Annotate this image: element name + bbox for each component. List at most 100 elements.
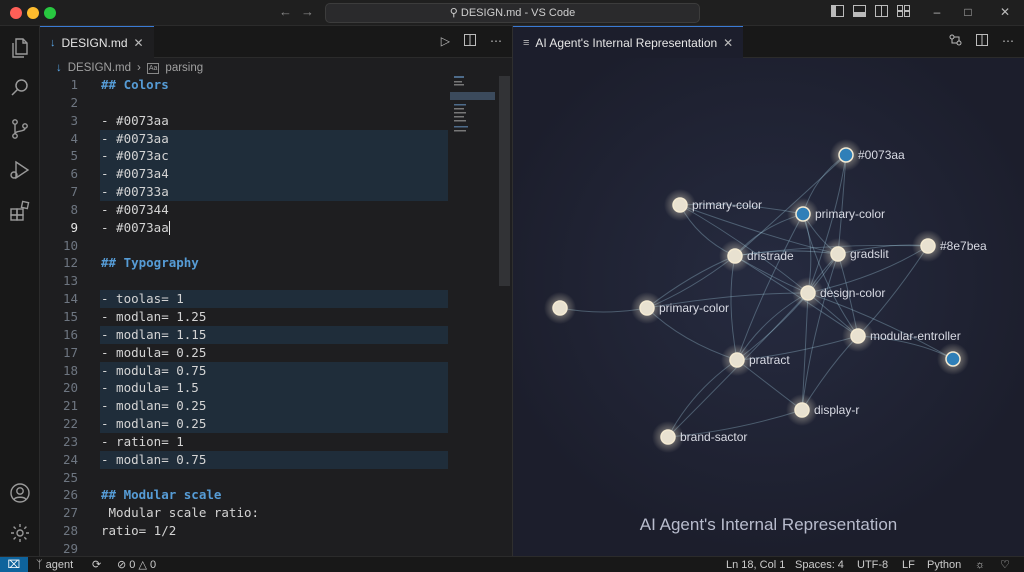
tab-design-md[interactable]: ↓ DESIGN.md ✕ <box>40 26 154 58</box>
source-control-icon[interactable] <box>8 117 32 141</box>
settings-gear-icon[interactable] <box>8 521 32 545</box>
problems-indicator[interactable]: ⊘ 0 △ 0 <box>117 558 156 572</box>
node-label: primary-color <box>659 301 729 315</box>
node-label: primary-color <box>692 198 762 212</box>
close-window-button[interactable] <box>10 7 22 19</box>
open-changes-icon[interactable] <box>949 34 962 49</box>
code-line[interactable]: 22 - modlan= 0.25 <box>40 415 500 433</box>
code-line[interactable]: 2 <box>40 94 500 112</box>
minimap[interactable] <box>450 74 500 154</box>
toggle-primary-sidebar-icon[interactable] <box>830 5 844 19</box>
graph-node[interactable] <box>544 292 576 324</box>
code-line[interactable]: 12 ## Typography <box>40 254 500 272</box>
sync-icon[interactable]: ⟳ <box>92 558 101 572</box>
vertical-scrollbar[interactable] <box>499 76 510 286</box>
search-icon[interactable] <box>8 76 32 100</box>
maximize-window-button[interactable] <box>44 7 56 19</box>
forward-arrow-icon[interactable]: → <box>301 4 314 19</box>
minimize-icon[interactable]: – <box>930 5 944 19</box>
code-line[interactable]: 15 - modlan= 1.25 <box>40 308 500 326</box>
line-text-content: - toolas= 1 <box>101 291 184 307</box>
line-number: 10 <box>62 237 78 253</box>
code-line[interactable]: 10 <box>40 237 500 255</box>
branch-indicator[interactable]: ᛉ agent <box>36 558 73 572</box>
encoding[interactable]: UTF-8 <box>857 558 888 572</box>
toggle-secondary-sidebar-icon[interactable] <box>874 5 888 19</box>
code-line[interactable]: 9 - #0073aa <box>40 219 500 237</box>
code-line[interactable]: 18 - modula= 0.75 <box>40 361 500 380</box>
code-line[interactable]: 26 ## Modular scale <box>40 486 500 504</box>
code-line[interactable]: 7 - #00733a <box>40 183 500 201</box>
line-text-content: - modlan= 0.25 <box>101 416 207 432</box>
code-line[interactable]: 3 - #0073aa <box>40 112 500 130</box>
split-editor-icon[interactable] <box>976 34 988 49</box>
code-line[interactable]: 13 <box>40 272 500 290</box>
breadcrumb-file[interactable]: DESIGN.md <box>68 62 131 74</box>
code-line[interactable]: 21 - modlan= 0.25 <box>40 397 500 416</box>
graph-node[interactable] <box>937 343 969 375</box>
tab-agent-representation[interactable]: ≡ AI Agent's Internal Representation ✕ <box>513 26 744 58</box>
line-text: - #0073aa <box>101 130 169 148</box>
remote-indicator-icon[interactable]: ⌧ <box>0 557 28 572</box>
code-line[interactable]: 27 Modular scale ratio: <box>40 504 500 522</box>
run-debug-icon[interactable] <box>8 158 32 182</box>
node-label: dristrade <box>747 249 794 263</box>
command-center-search[interactable]: ⚲ DESIGN.md - VS Code <box>325 3 700 23</box>
customize-layout-icon[interactable] <box>896 5 910 19</box>
cursor-position[interactable]: Ln 18, Col 1 <box>726 558 785 572</box>
notifications-bell-icon[interactable]: ♡ <box>1000 558 1010 572</box>
feedback-icon[interactable]: ☼ <box>975 558 985 572</box>
code-line[interactable]: 24 - modlan= 0.75 <box>40 450 500 469</box>
code-line[interactable]: 28 ratio= 1/2 <box>40 522 500 540</box>
code-editor[interactable]: 1 ## Colors 2 3- #0073aa 4- #0073aa 5- #0073a… <box>40 76 500 558</box>
code-line[interactable]: 20 - modula= 1.5 <box>40 379 500 398</box>
files-icon[interactable] <box>8 36 32 60</box>
node-dot <box>850 328 866 344</box>
line-number: 8 <box>70 201 78 217</box>
end-of-line[interactable]: LF <box>902 558 915 572</box>
close-tab-icon[interactable]: ✕ <box>134 36 144 50</box>
code-line[interactable]: 8 - #007344 <box>40 201 500 219</box>
close-tab-icon[interactable]: ✕ <box>723 36 733 50</box>
line-number: 21 <box>62 398 78 414</box>
account-icon[interactable] <box>8 481 32 505</box>
line-text: - #0073a4 <box>101 165 169 183</box>
knowledge-graph[interactable]: #0073aa primary-color primary-color dristra… <box>513 58 1024 556</box>
close-icon[interactable]: ✕ <box>998 5 1012 19</box>
code-line[interactable]: 14 - toolas= 1 <box>40 290 500 308</box>
line-text-content: - ration= 1 <box>101 433 184 449</box>
more-actions-icon[interactable]: ⋯ <box>1002 34 1014 49</box>
node-dot <box>800 285 816 301</box>
minimize-window-button[interactable] <box>27 7 39 19</box>
tab-bar-left: ↓ DESIGN.md ✕ ▷ ⋯ <box>40 26 512 58</box>
line-text-content: - modlan= 0.75 <box>101 451 207 467</box>
line-text: ## Modular scale <box>101 486 221 504</box>
language-mode[interactable]: Python <box>927 558 961 572</box>
code-line[interactable]: 4 - #0073aa <box>40 129 500 148</box>
run-icon[interactable]: ▷ <box>441 34 450 49</box>
line-number: 13 <box>62 273 78 289</box>
more-actions-icon[interactable]: ⋯ <box>490 34 502 49</box>
code-line[interactable]: 17 - modula= 0.25 <box>40 344 500 362</box>
restore-icon[interactable]: □ <box>961 5 975 19</box>
line-text-content: - #0073aa <box>101 112 169 128</box>
code-line[interactable]: 23 - ration= 1 <box>40 433 500 451</box>
line-text-content: - #0073ac <box>101 148 169 164</box>
node-label: #8e7bea <box>940 239 987 253</box>
symbol-icon: Aa <box>146 62 160 74</box>
code-line[interactable]: 16 - modlan= 1.15 <box>40 325 500 344</box>
back-arrow-icon[interactable]: ← <box>279 4 292 19</box>
breadcrumb-symbol[interactable]: parsing <box>165 62 203 74</box>
line-number: 4 <box>70 130 78 146</box>
indentation[interactable]: Spaces: 4 <box>795 558 844 572</box>
toggle-panel-icon[interactable] <box>852 5 866 19</box>
code-line[interactable]: 6 - #0073a4 <box>40 165 500 184</box>
code-line[interactable]: 5 - #0073ac <box>40 147 500 166</box>
line-text: - modlan= 1.25 <box>101 308 206 326</box>
node-dot <box>729 352 745 368</box>
error-icon: ⊘ <box>117 559 127 571</box>
split-editor-icon[interactable] <box>464 34 476 49</box>
extensions-icon[interactable] <box>8 199 32 223</box>
code-line[interactable]: 1 ## Colors <box>40 76 500 94</box>
code-line[interactable]: 25 <box>40 469 500 487</box>
